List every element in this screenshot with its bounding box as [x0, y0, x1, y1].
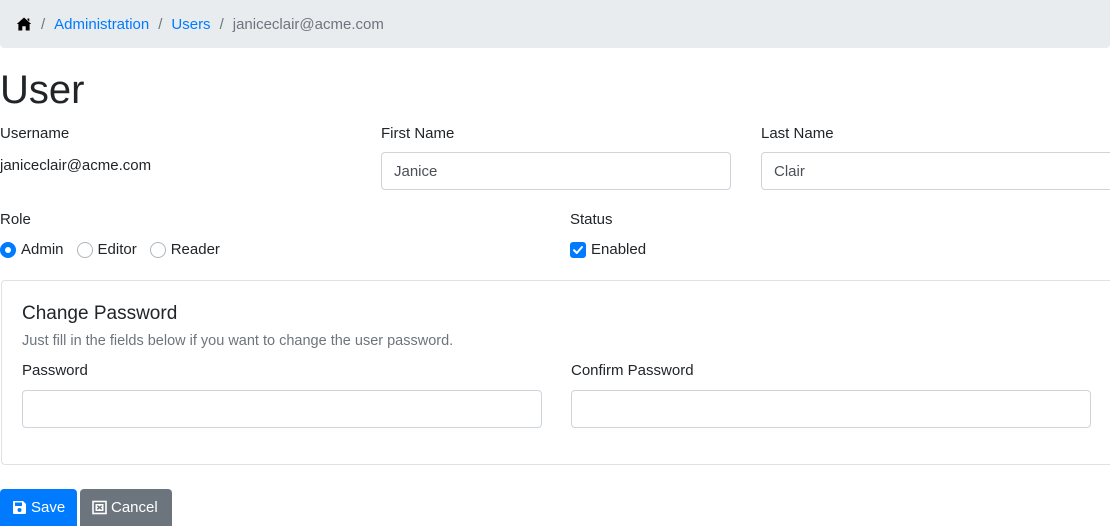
first-name-label: First Name: [381, 125, 455, 142]
change-password-title: Change Password: [22, 303, 178, 324]
breadcrumb-current: janiceclair@acme.com: [232, 15, 384, 33]
breadcrumb-administration-link[interactable]: Administration: [54, 16, 149, 33]
role-radio-group: Admin Editor Reader: [0, 241, 233, 258]
save-button-label: Save: [31, 499, 66, 516]
last-name-label: Last Name: [761, 125, 834, 142]
save-button[interactable]: Save: [0, 489, 77, 526]
username-label: Username: [0, 125, 70, 142]
password-input[interactable]: [22, 390, 542, 428]
home-icon[interactable]: [16, 16, 32, 32]
status-label: Status: [570, 211, 613, 228]
role-option-editor[interactable]: Editor: [76, 241, 137, 258]
last-name-input[interactable]: [761, 152, 1110, 190]
confirm-password-label: Confirm Password: [571, 362, 694, 379]
breadcrumb-separator: /: [41, 15, 46, 33]
cancel-button-label: Cancel: [111, 499, 158, 516]
breadcrumb-separator: /: [158, 15, 163, 33]
password-label: Password: [22, 362, 88, 379]
cancel-button[interactable]: Cancel: [80, 489, 172, 526]
breadcrumb: / Administration / Users / janiceclair@a…: [0, 0, 1110, 48]
radio-editor-label[interactable]: Editor: [98, 241, 137, 258]
role-option-reader[interactable]: Reader: [149, 241, 220, 258]
breadcrumb-separator: /: [219, 15, 224, 33]
radio-admin[interactable]: [0, 241, 16, 258]
enabled-checkbox-label[interactable]: Enabled: [591, 241, 646, 258]
role-label: Role: [0, 211, 31, 228]
enabled-checkbox[interactable]: [570, 241, 586, 258]
status-enabled-option[interactable]: Enabled: [570, 241, 646, 258]
floppy-disk-icon: [12, 500, 27, 515]
radio-reader-label[interactable]: Reader: [171, 241, 220, 258]
breadcrumb-users-link[interactable]: Users: [171, 16, 210, 33]
username-value: janiceclair@acme.com: [0, 157, 152, 174]
radio-editor[interactable]: [76, 241, 93, 258]
close-square-icon: [92, 500, 107, 515]
change-password-card: Change Password Just fill in the fields …: [1, 280, 1110, 465]
checkmark-icon: [573, 245, 583, 254]
change-password-subtitle: Just fill in the fields below if you wan…: [22, 333, 454, 349]
radio-reader[interactable]: [149, 241, 166, 258]
radio-admin-label[interactable]: Admin: [21, 241, 64, 258]
page-title: User: [0, 68, 85, 112]
role-option-admin[interactable]: Admin: [0, 241, 64, 258]
first-name-input[interactable]: [381, 152, 731, 190]
confirm-password-input[interactable]: [571, 390, 1091, 428]
